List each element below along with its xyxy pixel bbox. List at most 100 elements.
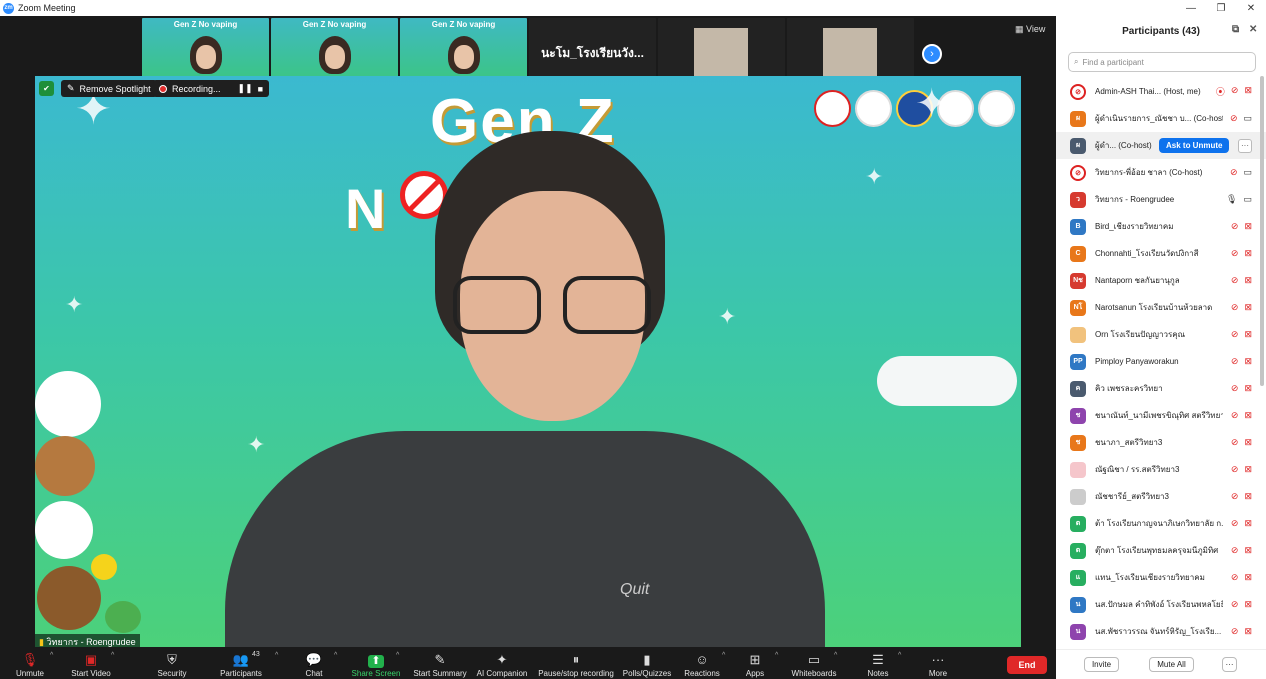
sticker-leonard [105,601,141,633]
toolbar-security-button[interactable]: ⛨ Security [132,647,212,679]
thumbnail-face [318,36,351,74]
toolbar-pause-stop-recording-button[interactable]: ⏸ Pause/stop recording [536,647,616,679]
participant-row[interactable]: คคิว เพชรละครวิทยา ⊘ ⊠ [1056,375,1266,402]
microphone-muted-icon: ⊘ [1230,545,1239,555]
participant-row[interactable]: ชชนาภา_สตรีวิทยา3 ⊘ ⊠ [1056,429,1266,456]
participant-status-icons: ⊘ ⊠ [1231,437,1252,448]
speaker-person: Quit [225,131,825,647]
avatar [1070,461,1086,478]
close-panel-icon[interactable]: ✕ [1249,24,1257,35]
participant-row[interactable]: ⊘ วิทยากร-พี่อ้อย ชาลา (Co-host) ⊘ ▭ [1056,159,1266,186]
toolbar-start-video-button[interactable]: ▣ Start Video ^ [51,647,131,679]
panel-header: Participants (43) ⧉ ✕ [1056,16,1266,46]
participant-row[interactable]: C Chonnahti_โรงเรียนวัดปงิกาสี ⊘ ⊠ [1056,240,1266,267]
participant-row[interactable]: น นส.ปักษมล คำทิพังอ์ โรงเรียนพหลโยธี... ⊘… [1056,591,1266,618]
stop-recording-icon[interactable]: ■ [258,84,263,94]
avatar: ต [1070,542,1086,559]
participant-row[interactable]: แแทน_โรงเรียนเชียงรายวิทยาคม ⊘ ⊠ [1056,564,1266,591]
avatar [1070,488,1086,505]
next-page-button[interactable]: › [922,44,942,64]
ask-to-unmute-button[interactable]: Ask to Unmute [1159,138,1230,153]
toolbar-ai-companion-button[interactable]: ✦ AI Companion [462,647,542,679]
toolbar-more-button[interactable]: ··· More [898,647,978,679]
chevron-up-icon[interactable]: ^ [834,652,837,659]
avatar: ช [1070,434,1086,451]
avatar: ต [1070,515,1086,532]
participant-row[interactable]: ผ ผู้ดำ... (Co-host) Ask to Unmute ··· [1056,132,1266,159]
participant-row[interactable]: ชชนาณันท์_นามีเพชรขิณุทิศ สตรีวิทยา... ⊘ ⊠ [1056,402,1266,429]
camera-off-icon: ⊠ [1244,356,1252,366]
minimize-icon[interactable]: — [1176,3,1206,14]
thumbnail-face [189,36,222,74]
participant-name: ผู้ดำเนินรายการ_ณัชชา บ... (Co-host) [1095,114,1223,123]
avatar [1070,326,1086,343]
participant-row[interactable]: Nโ Narotsanun โรงเรียนบ้านห้วยลาด ⊘ ⊠ [1056,294,1266,321]
thumbnail-photo [823,28,877,78]
microphone-muted-icon: ⊘ [1230,356,1239,366]
microphone-muted-icon: ⊘ [1230,572,1239,582]
view-button[interactable]: ▦ View [1015,24,1045,35]
scrollbar[interactable] [1260,76,1264,386]
panel-title: Participants (43) [1122,25,1200,37]
microphone-muted-icon: ⊘ [1230,410,1239,420]
camera-off-icon: ⊠ [1244,491,1252,501]
participant-status-icons: ⊘ ⊠ [1231,572,1252,583]
close-window-icon[interactable]: ✕ [1236,3,1266,14]
participant-status-icons: ⊘ ▭ [1230,167,1252,178]
more-options-button[interactable]: ··· [1222,657,1237,672]
popout-icon[interactable]: ⧉ [1232,24,1239,35]
participant-row[interactable]: ตต้า โรงเรียนกาญจนาภิเษกวิทยาลัย ก... ⊘ ⊠ [1056,510,1266,537]
signal-icon: ▮ [39,637,44,647]
participant-row[interactable]: Nช Nantaporn ชลกันยานุกูล ⊘ ⊠ [1056,267,1266,294]
thumbnail-banner: Gen Z No vaping [431,20,496,29]
toolbar-label: Notes [867,669,889,678]
toolbar-label: Participants [220,669,262,678]
camera-off-icon: ⊠ [1244,437,1252,447]
camera-off-icon: ⊠ [1244,518,1252,528]
participant-row[interactable]: ณัฐณิชา / รร.สตรีวิทยา3 ⊘ ⊠ [1056,456,1266,483]
camera-off-icon: ⊠ [1244,464,1252,474]
sparkle-decoration: ✦ [865,164,884,189]
participant-row[interactable]: PP Pimploy Panyaworakun ⊘ ⊠ [1056,348,1266,375]
microphone-muted-icon: ⊘ [1230,248,1239,258]
participant-row[interactable]: ตตุ๊กตา โรงเรียนพุทธมลครุจมนีภูมิทิศ ⊘ ⊠ [1056,537,1266,564]
chevron-up-icon[interactable]: ^ [111,652,114,659]
participant-status-icons: ⊘ ⊠ [1231,545,1252,556]
end-meeting-button[interactable]: End [1007,656,1047,674]
avatar: ว [1070,191,1086,208]
pause-recording-icon[interactable]: ❚❚ [238,83,253,94]
toolbar-label: Security [157,669,187,678]
view-label: View [1026,24,1046,34]
participant-name: Admin-ASH Thai... (Host, me) [1095,87,1201,96]
participant-search-input[interactable]: ⌕ Find a participant [1068,52,1256,72]
invite-button[interactable]: Invite [1084,657,1119,672]
participant-row[interactable]: นนส.พัชราวรรณ จันทร์หิรัญ_โรงเรีย... ⊘ ⊠ [1056,618,1266,645]
participant-row[interactable]: ณัชชารีย์_สตรีวิทยา3 ⊘ ⊠ [1056,483,1266,510]
participant-name: ณัชชารีย์_สตรีวิทยา3 [1095,492,1169,501]
mute-all-button[interactable]: Mute All [1149,657,1194,672]
maximize-icon[interactable]: ❐ [1206,3,1236,14]
sticker-cony-2 [35,501,93,559]
whiteboard-icon: ▭ [807,652,821,667]
spotlight-video: Gen Z N ✦ ✦ ✦ ✦ ✦ ✦ Quit [35,76,1021,647]
participant-status-icons: ⊘ ⊠ [1231,599,1252,610]
participant-row[interactable]: Orn โรงเรียนปัญญาวรคุณ ⊘ ⊠ [1056,321,1266,348]
toolbar-participants-button[interactable]: 👥 Participants 43 ^ [201,647,281,679]
chevron-up-icon[interactable]: ^ [396,652,399,659]
participants-icon: 👥 [232,652,250,667]
participant-row[interactable]: B Bird_เชียงรายวิทยาคม ⊘ ⊠ [1056,213,1266,240]
participant-row[interactable]: ผผู้ดำเนินรายการ_ณัชชา บ... (Co-host) ⊘ ▭ [1056,105,1266,132]
participant-row[interactable]: ววิทยากร - Roengrudee 🎙 ▭ [1056,186,1266,213]
line-friends-stickers [35,356,155,647]
apps-icon: ⊞ [749,652,761,667]
participant-row[interactable]: ⊘ Admin-ASH Thai... (Host, me) ⦿ ⊘ ⊠ [1056,78,1266,105]
participant-name: Narotsanun โรงเรียนบ้านห้วยลาด [1095,303,1213,312]
participant-more-button[interactable]: ··· [1238,138,1252,153]
toolbar-label: Whiteboards [791,669,837,678]
thumbnail-face [447,36,480,74]
search-icon: ⌕ [1074,57,1079,66]
meeting-toolbar: 🎙 Unmute ^ ▣ Start Video ^ ⛨ Security 👥 Participa… [0,647,1055,679]
remove-spotlight-button[interactable]: ✎ Remove Spotlight [61,80,157,97]
avatar: แ [1070,569,1086,586]
camera-off-icon: ⊠ [1244,329,1252,339]
